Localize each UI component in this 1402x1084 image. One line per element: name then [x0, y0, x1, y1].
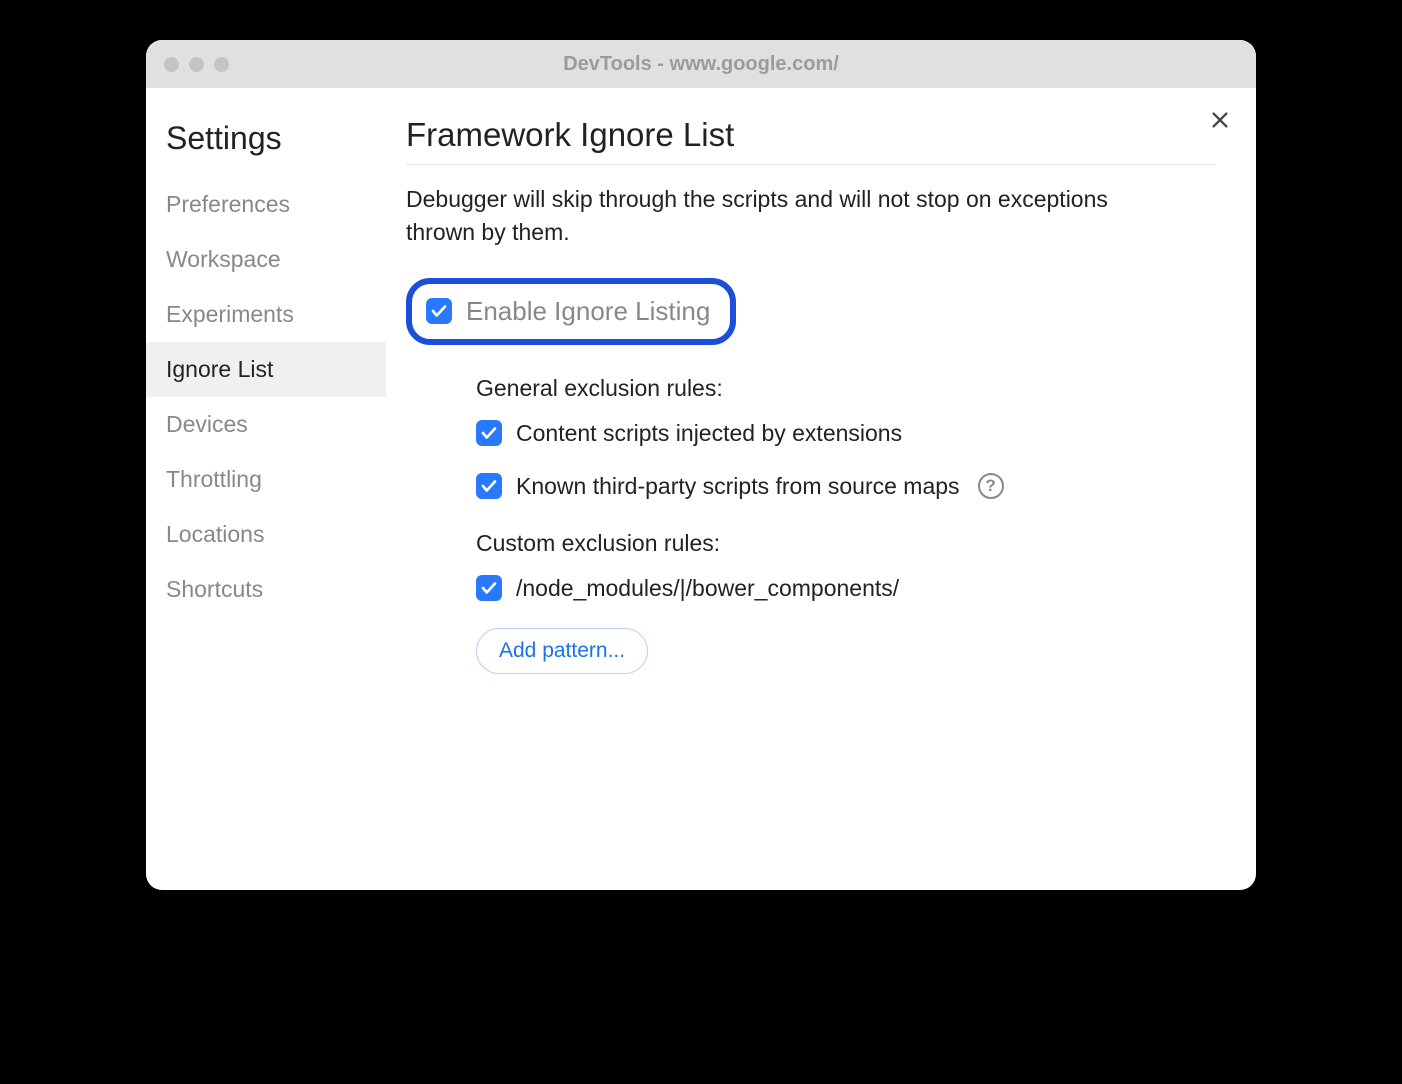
checkmark-icon — [480, 424, 498, 442]
page-title: Framework Ignore List — [406, 116, 1216, 165]
rule-node-modules-label: /node_modules/|/bower_components/ — [516, 575, 899, 602]
rule-node-modules-checkbox[interactable] — [476, 575, 502, 601]
checkmark-icon — [480, 579, 498, 597]
window-title: DevTools - www.google.com/ — [146, 53, 1256, 76]
rule-third-party-scripts-checkbox[interactable] — [476, 473, 502, 499]
enable-ignore-listing-checkbox[interactable] — [426, 298, 452, 324]
rule-third-party-scripts-label: Known third-party scripts from source ma… — [516, 473, 960, 500]
sidebar-item-preferences[interactable]: Preferences — [146, 177, 386, 232]
rule-third-party-scripts: Known third-party scripts from source ma… — [476, 473, 1216, 500]
traffic-light-minimize[interactable] — [189, 57, 204, 72]
rule-node-modules: /node_modules/|/bower_components/ — [476, 575, 1216, 602]
main-panel: Framework Ignore List Debugger will skip… — [386, 88, 1256, 890]
help-icon[interactable]: ? — [978, 473, 1004, 499]
traffic-light-close[interactable] — [164, 57, 179, 72]
rule-content-scripts-checkbox[interactable] — [476, 420, 502, 446]
close-icon — [1209, 109, 1231, 131]
traffic-light-zoom[interactable] — [214, 57, 229, 72]
custom-section-title: Custom exclusion rules: — [476, 530, 1216, 557]
settings-sidebar: Settings Preferences Workspace Experimen… — [146, 88, 386, 890]
close-button[interactable] — [1206, 106, 1234, 134]
checkmark-icon — [480, 477, 498, 495]
add-pattern-button[interactable]: Add pattern... — [476, 628, 648, 674]
rule-content-scripts: Content scripts injected by extensions — [476, 420, 1216, 447]
general-section-title: General exclusion rules: — [476, 375, 1216, 402]
sidebar-title: Settings — [146, 112, 386, 177]
sidebar-item-workspace[interactable]: Workspace — [146, 232, 386, 287]
checkmark-icon — [430, 302, 448, 320]
page-description: Debugger will skip through the scripts a… — [406, 183, 1166, 250]
devtools-settings-window: DevTools - www.google.com/ Settings Pref… — [146, 40, 1256, 890]
window-titlebar: DevTools - www.google.com/ — [146, 40, 1256, 88]
traffic-lights — [146, 57, 229, 72]
sidebar-item-experiments[interactable]: Experiments — [146, 287, 386, 342]
sidebar-item-throttling[interactable]: Throttling — [146, 452, 386, 507]
enable-ignore-listing-highlight: Enable Ignore Listing — [406, 278, 736, 345]
sidebar-item-ignore-list[interactable]: Ignore List — [146, 342, 386, 397]
custom-exclusion-section: Custom exclusion rules: /node_modules/|/… — [406, 530, 1216, 674]
sidebar-item-shortcuts[interactable]: Shortcuts — [146, 562, 386, 617]
sidebar-item-locations[interactable]: Locations — [146, 507, 386, 562]
content-area: Settings Preferences Workspace Experimen… — [146, 88, 1256, 890]
enable-ignore-listing-label: Enable Ignore Listing — [466, 296, 710, 327]
rule-content-scripts-label: Content scripts injected by extensions — [516, 420, 902, 447]
sidebar-item-devices[interactable]: Devices — [146, 397, 386, 452]
general-exclusion-section: General exclusion rules: Content scripts… — [406, 375, 1216, 500]
